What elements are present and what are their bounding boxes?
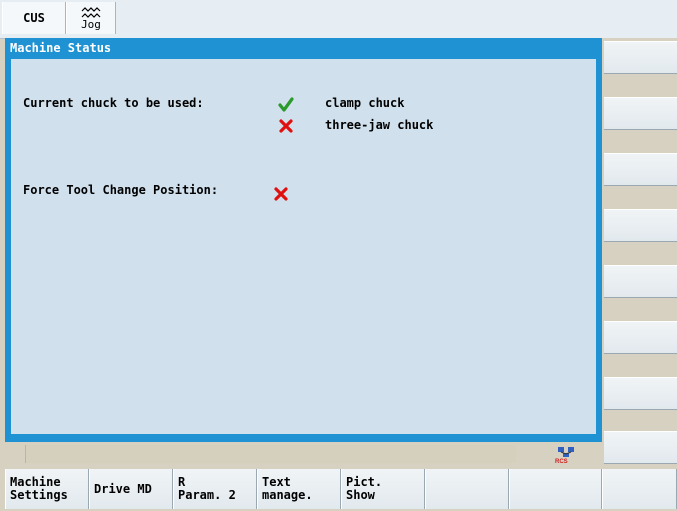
chuck-option-three-jaw: three-jaw chuck (325, 118, 434, 132)
svg-text:RCS: RCS (555, 459, 568, 464)
vertical-softkey-6[interactable] (604, 321, 677, 354)
vertical-softkey-5[interactable] (604, 265, 677, 298)
check-icon (278, 97, 294, 112)
rcs-network-icon: RCS (555, 447, 574, 464)
jog-label: Jog (81, 17, 101, 31)
mode-cus-box[interactable]: CUS (2, 2, 66, 34)
window-content: Current chuck to be used: clamp chuck th… (11, 59, 596, 434)
softkey-line2: Param. 2 (178, 488, 236, 502)
softkey-line1: Text (262, 475, 291, 489)
softkey-line2: Show (346, 488, 375, 502)
softkey-7[interactable] (509, 469, 602, 509)
vertical-softkey-4[interactable] (604, 209, 677, 242)
status-line: RCS (5, 442, 602, 466)
softkey-machine-settings[interactable]: Machine Settings (5, 469, 89, 509)
vertical-softkey-3[interactable] (604, 153, 677, 186)
softkey-line1: Pict. (346, 475, 383, 489)
softkey-line1: Machine (10, 475, 61, 489)
vertical-softkey-2[interactable] (604, 97, 677, 130)
cross-icon (274, 187, 288, 201)
softkey-drive-md[interactable]: Drive MD (89, 469, 173, 509)
softkey-line2: manage. (262, 488, 313, 502)
top-header-bar: CUS Jog (0, 0, 677, 39)
vertical-softkey-bar (602, 38, 677, 511)
chuck-label: Current chuck to be used: (23, 96, 204, 110)
softkey-r-param-2[interactable]: R Param. 2 (173, 469, 257, 509)
softkey-text-manage[interactable]: Text manage. (257, 469, 341, 509)
softkey-pict-show[interactable]: Pict. Show (341, 469, 425, 509)
vertical-softkey-7[interactable] (604, 377, 677, 410)
cross-icon (279, 119, 293, 133)
chuck-option-clamp: clamp chuck (325, 96, 405, 110)
window-title: Machine Status (10, 41, 112, 55)
mode-label: CUS (23, 11, 45, 25)
softkey-6[interactable] (425, 469, 509, 509)
softkey-8[interactable] (602, 469, 677, 509)
force-tool-change-label: Force Tool Change Position: (23, 183, 219, 197)
status-message-field (25, 445, 516, 463)
jog-mode-box[interactable]: Jog (66, 2, 116, 34)
softkey-line1: R (178, 475, 186, 489)
vertical-softkey-1[interactable] (604, 41, 677, 74)
jog-wave-icon (81, 6, 101, 18)
machine-status-window: Machine Status Current chuck to be used:… (5, 38, 602, 442)
softkey-line2: Settings (10, 488, 68, 502)
vertical-softkey-8[interactable] (604, 431, 677, 464)
softkey-line1: Drive MD (94, 481, 152, 496)
horizontal-softkey-bar: Machine Settings Drive MD R Param. 2 Tex… (0, 467, 677, 511)
